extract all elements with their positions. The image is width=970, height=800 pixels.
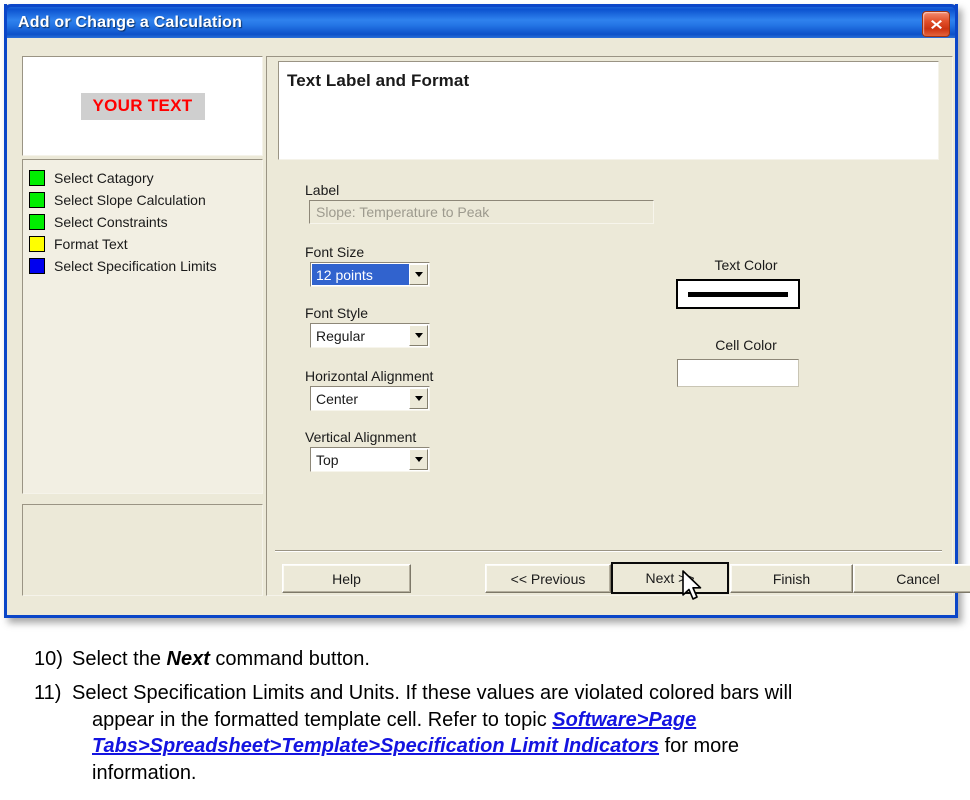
instruction-line-1: Select Specification Limits and Units. I… bbox=[72, 682, 793, 705]
chevron-down-icon[interactable] bbox=[409, 325, 428, 346]
text-color-bar bbox=[687, 291, 789, 297]
close-icon[interactable] bbox=[922, 11, 950, 37]
chevron-down-icon[interactable] bbox=[409, 264, 428, 285]
font-size-value: 12 points bbox=[312, 264, 409, 285]
wizard-content-panel: Text Label and Format Label Slope: Tempe… bbox=[266, 56, 970, 596]
panel-banner: Text Label and Format bbox=[278, 61, 939, 160]
status-square-icon bbox=[29, 236, 45, 252]
page-title: Text Label and Format bbox=[287, 71, 470, 90]
mouse-cursor-icon bbox=[681, 570, 705, 611]
font-style-value: Regular bbox=[316, 327, 366, 344]
finish-button[interactable]: Finish bbox=[730, 564, 853, 593]
text-color-caption: Text Color bbox=[714, 257, 778, 273]
status-square-icon bbox=[29, 192, 45, 208]
chevron-down-icon[interactable] bbox=[409, 449, 428, 470]
status-square-icon bbox=[29, 258, 45, 274]
sidebar-item-label: Format Text bbox=[54, 236, 128, 252]
instruction-line-2-pre: appear in the formatted template cell. R… bbox=[92, 708, 553, 731]
instruction-line-3: information. bbox=[92, 761, 197, 784]
font-style-dropdown[interactable]: Regular bbox=[310, 323, 430, 348]
instruction-text-post: command button. bbox=[209, 648, 370, 670]
vertical-alignment-caption: Vertical Alignment bbox=[305, 429, 417, 445]
label-input[interactable]: Slope: Temperature to Peak bbox=[309, 200, 654, 224]
wizard-steps-list: Select Catagory Select Slope Calculation… bbox=[22, 159, 263, 494]
sidebar-item-label: Select Slope Calculation bbox=[54, 192, 206, 208]
cell-color-caption: Cell Color bbox=[715, 337, 777, 353]
sidebar-item-select-specification-limits[interactable]: Select Specification Limits bbox=[29, 255, 262, 277]
sidebar-item-label: Select Specification Limits bbox=[54, 258, 217, 274]
window-title: Add or Change a Calculation bbox=[18, 13, 243, 31]
font-size-caption: Font Size bbox=[305, 244, 365, 260]
instruction-text: Select Specification Limits and Units. I… bbox=[72, 680, 970, 786]
instruction-text: Select the Next command button. bbox=[72, 646, 970, 672]
status-square-icon bbox=[29, 170, 45, 186]
sidebar-item-label: Select Constraints bbox=[54, 214, 168, 230]
font-style-caption: Font Style bbox=[305, 305, 369, 321]
dialog-window: YOUR TEXT Select Catagory Select Slope C… bbox=[4, 4, 970, 618]
vertical-alignment-value: Top bbox=[316, 451, 339, 468]
horizontal-alignment-value: Center bbox=[316, 390, 359, 407]
cell-color-swatch[interactable] bbox=[677, 359, 799, 387]
preview-text: YOUR TEXT bbox=[80, 92, 205, 120]
help-button[interactable]: Help bbox=[282, 564, 411, 593]
instruction-step-11: 11) Select Specification Limits and Unit… bbox=[0, 680, 970, 786]
instruction-text-pre: Select the bbox=[72, 648, 167, 670]
chevron-down-icon[interactable] bbox=[409, 388, 428, 409]
sidebar-item-select-catagory[interactable]: Select Catagory bbox=[29, 167, 262, 189]
cancel-button[interactable]: Cancel bbox=[853, 564, 970, 593]
text-preview-box: YOUR TEXT bbox=[22, 56, 263, 156]
status-square-icon bbox=[29, 214, 45, 230]
instruction-line-2-post: for more bbox=[659, 735, 740, 758]
horizontal-alignment-dropdown[interactable]: Center bbox=[310, 386, 430, 411]
sidebar-item-format-text[interactable]: Format Text bbox=[29, 233, 262, 255]
label-field-caption: Label bbox=[305, 182, 340, 198]
horizontal-alignment-caption: Horizontal Alignment bbox=[305, 368, 434, 384]
footer-divider bbox=[275, 550, 942, 552]
font-size-dropdown[interactable]: 12 points bbox=[310, 262, 430, 287]
sidebar-item-select-constraints[interactable]: Select Constraints bbox=[29, 211, 262, 233]
instruction-number: 10) bbox=[34, 648, 63, 670]
window-titlebar: Add or Change a Calculation bbox=[4, 4, 958, 38]
vertical-alignment-dropdown[interactable]: Top bbox=[310, 447, 430, 472]
sidebar-item-label: Select Catagory bbox=[54, 170, 154, 186]
instructions-block: 10) Select the Next command button. 11) … bbox=[0, 646, 970, 800]
next-button[interactable]: Next >> bbox=[611, 562, 729, 594]
previous-button[interactable]: << Previous bbox=[485, 564, 611, 593]
instruction-emphasis: Next bbox=[166, 648, 210, 670]
instruction-step-10: 10) Select the Next command button. bbox=[0, 646, 970, 672]
left-bottom-panel bbox=[22, 504, 263, 596]
text-color-swatch[interactable] bbox=[676, 279, 800, 309]
sidebar-item-select-slope-calculation[interactable]: Select Slope Calculation bbox=[29, 189, 262, 211]
instruction-number: 11) bbox=[34, 682, 62, 705]
